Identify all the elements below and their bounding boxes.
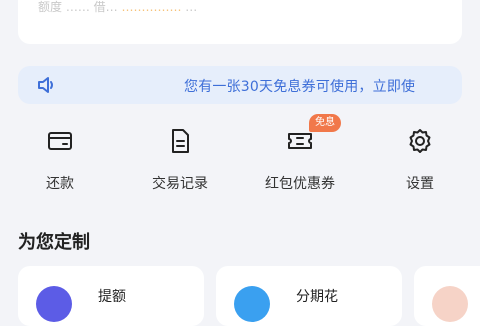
- action-repay-label: 还款: [46, 176, 74, 192]
- action-transactions[interactable]: 交易记录: [125, 118, 235, 200]
- installment-avatar: [234, 286, 270, 322]
- card-title: 分期花: [296, 289, 338, 305]
- card-raise-limit[interactable]: 提额: [18, 266, 204, 326]
- summary-highlight: ……………: [121, 0, 186, 14]
- action-settings-label: 设置: [406, 176, 434, 192]
- action-repay[interactable]: 还款: [5, 118, 115, 200]
- partial-avatar: [432, 286, 468, 322]
- document-icon: [172, 129, 189, 153]
- section-title: 为您定制: [18, 232, 90, 253]
- card-title: 提额: [98, 289, 126, 305]
- summary-tail: …: [185, 0, 198, 14]
- notice-text: 您有一张30天免息券可使用，立即使: [184, 79, 416, 95]
- account-summary-line: 额度 …… 借… …………… …: [38, 0, 197, 15]
- wallet-icon: [48, 132, 72, 150]
- action-coupons[interactable]: 免息 红包优惠券: [245, 114, 355, 200]
- summary-text: 额度 …… 借…: [38, 0, 122, 14]
- account-summary-card: 额度 …… 借… …………… …: [18, 0, 462, 44]
- action-coupons-label: 红包优惠券: [265, 176, 335, 192]
- raise-limit-avatar: [36, 286, 72, 322]
- interest-free-badge: 免息: [309, 114, 341, 132]
- card-partial[interactable]: [414, 266, 480, 326]
- quick-actions: 还款 交易记录 免息 红包优惠券 设置: [0, 114, 480, 200]
- speaker-icon: [38, 77, 53, 93]
- gear-icon: [409, 129, 431, 153]
- card-installment[interactable]: 分期花: [216, 266, 402, 326]
- action-settings[interactable]: 设置: [365, 118, 475, 200]
- custom-cards: 提额 分期花: [0, 266, 480, 326]
- action-transactions-label: 交易记录: [152, 176, 208, 192]
- coupon-notice-banner[interactable]: 您有一张30天免息券可使用，立即使: [18, 66, 462, 104]
